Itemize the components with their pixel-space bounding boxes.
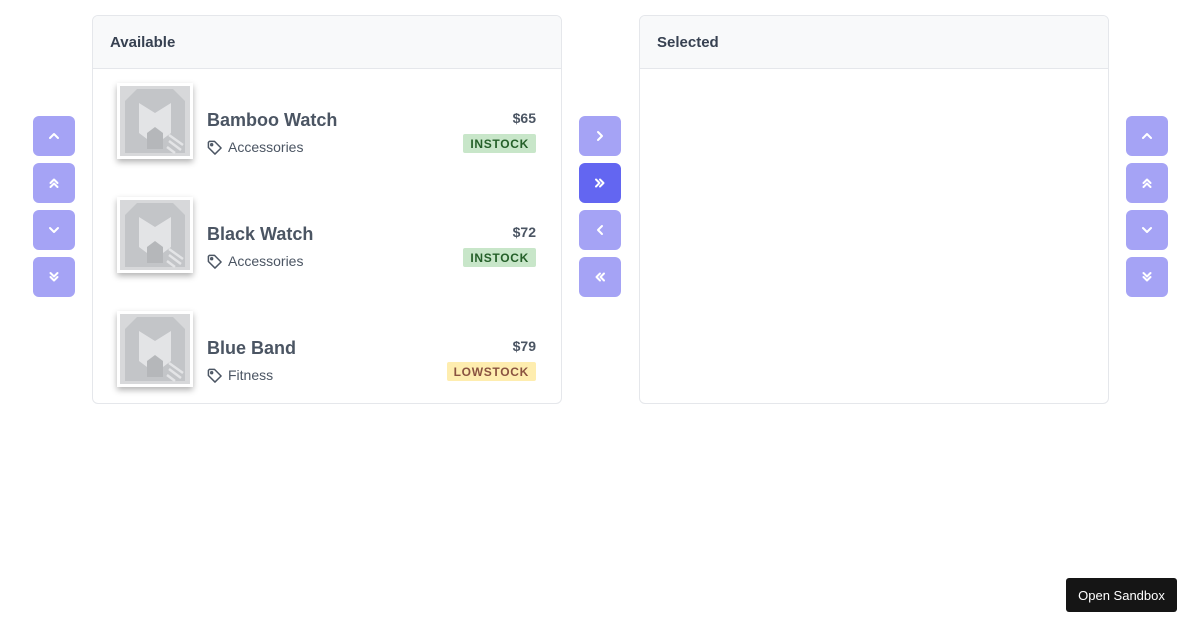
chevron-up-icon (49, 133, 59, 139)
target-move-bottom-button[interactable] (1126, 257, 1168, 297)
source-reorder-controls (33, 116, 75, 297)
product-category-label: Accessories (228, 253, 304, 269)
list-item[interactable]: Blue Band Fitness $79 LOWSTOCK (93, 282, 561, 387)
chevron-up-icon (1142, 133, 1152, 139)
chevrons-left-icon (595, 272, 605, 282)
product-category-label: Fitness (228, 367, 274, 383)
product-name: Black Watch (207, 224, 314, 244)
source-move-down-button[interactable] (33, 210, 75, 250)
chevron-down-icon (1142, 227, 1152, 233)
product-price: $65 (512, 110, 536, 126)
chevrons-up-icon (1142, 178, 1152, 188)
list-item[interactable]: Bamboo Watch Accessories $65 INSTOCK (93, 69, 561, 159)
product-name: Bamboo Watch (207, 110, 338, 130)
available-list[interactable]: Bamboo Watch Accessories $65 INSTOCK Bla… (93, 69, 561, 403)
selected-list[interactable] (640, 69, 1108, 403)
target-move-up-button[interactable] (1126, 116, 1168, 156)
product-category: Accessories (207, 253, 303, 269)
chevrons-down-icon (1142, 272, 1152, 282)
chevron-left-icon (597, 225, 603, 235)
tag-icon (207, 368, 222, 383)
available-list-header: Available (93, 16, 561, 69)
move-all-to-target-button[interactable] (579, 163, 621, 203)
status-badge: LOWSTOCK (446, 362, 536, 381)
product-category-label: Accessories (228, 139, 304, 155)
chevrons-up-icon (49, 178, 59, 188)
move-to-source-button[interactable] (579, 210, 621, 250)
product-image (117, 83, 193, 159)
source-move-top-button[interactable] (33, 163, 75, 203)
chevron-down-icon (49, 227, 59, 233)
chevrons-right-icon (595, 178, 605, 188)
target-reorder-controls (1126, 116, 1168, 297)
move-all-to-source-button[interactable] (579, 257, 621, 297)
available-list-panel: Available Bamboo Watch Accessories $65 I… (92, 15, 562, 404)
transfer-controls (579, 116, 621, 297)
product-name: Blue Band (207, 338, 297, 358)
product-price: $79 (512, 338, 536, 354)
target-move-down-button[interactable] (1126, 210, 1168, 250)
chevrons-down-icon (49, 272, 59, 282)
selected-list-panel: Selected (639, 15, 1109, 404)
tag-icon (207, 254, 222, 269)
product-category: Accessories (207, 139, 303, 155)
source-move-up-button[interactable] (33, 116, 75, 156)
selected-list-header: Selected (640, 16, 1108, 69)
move-to-target-button[interactable] (579, 116, 621, 156)
product-image (117, 197, 193, 273)
product-price: $72 (512, 224, 536, 240)
chevron-right-icon (597, 131, 603, 141)
target-move-top-button[interactable] (1126, 163, 1168, 203)
tag-icon (207, 140, 222, 155)
product-category: Fitness (207, 367, 273, 383)
status-badge: INSTOCK (463, 248, 536, 267)
open-sandbox-button[interactable]: Open Sandbox (1066, 578, 1177, 612)
list-item[interactable]: Black Watch Accessories $72 INSTOCK (93, 168, 561, 273)
source-move-bottom-button[interactable] (33, 257, 75, 297)
status-badge: INSTOCK (463, 134, 536, 153)
product-image (117, 311, 193, 387)
